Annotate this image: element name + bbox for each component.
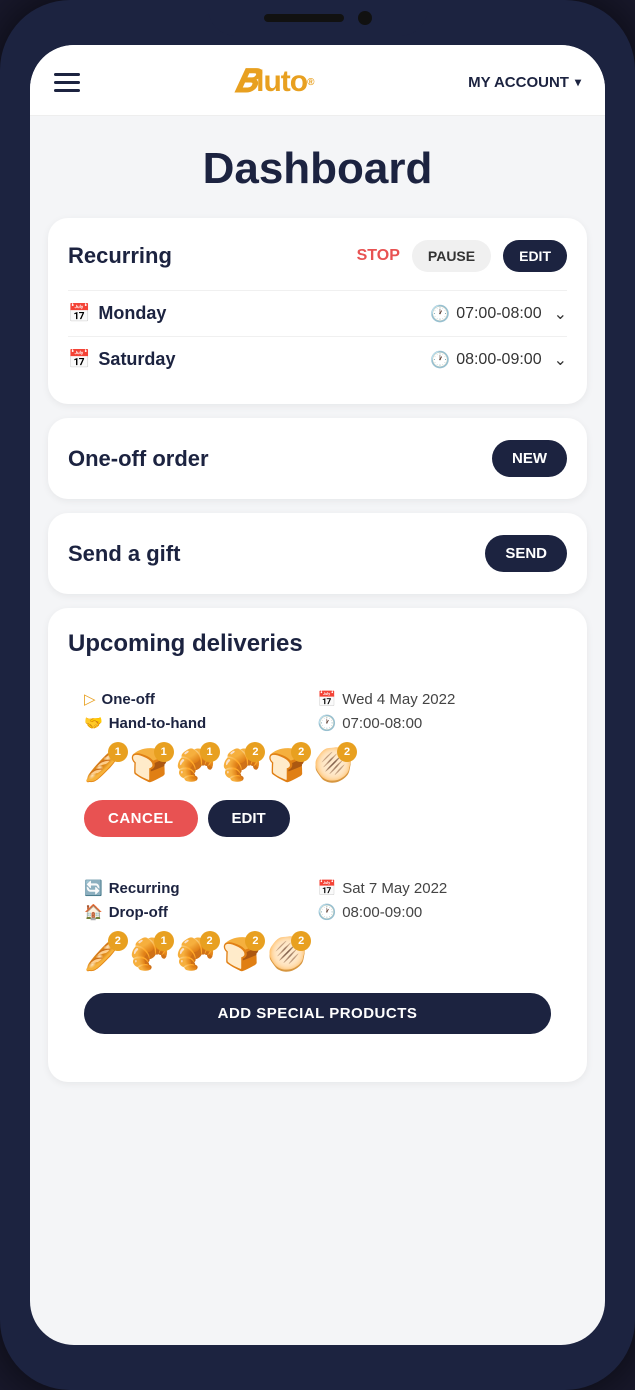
- main-content: Dashboard Recurring STOP PAUSE EDIT 📅 Mo…: [30, 116, 605, 1345]
- one-off-card: One-off order NEW: [48, 418, 587, 499]
- recurring-title: Recurring: [68, 243, 345, 269]
- clock-icon-2: 🕐: [430, 350, 450, 370]
- delivery-actions-1: CANCEL EDIT: [84, 800, 551, 837]
- refresh-icon: 🔄: [84, 879, 103, 897]
- clock-icon-3: 🕐: [318, 714, 337, 732]
- bread-item: 🥐 2: [176, 935, 216, 973]
- delivery-method-row: 🤝 Hand-to-hand: [84, 714, 318, 732]
- bread-badge: 1: [154, 931, 174, 951]
- bread-item: 🍞 2: [222, 935, 262, 973]
- delivery-meta-1: ▷ One-off 📅 Wed 4 May 2022 🤝 Hand-to-han…: [84, 690, 551, 732]
- phone-notch: [208, 0, 428, 36]
- upcoming-deliveries-card: Upcoming deliveries ▷ One-off 📅 Wed 4 Ma…: [48, 608, 587, 1082]
- page-title: Dashboard: [48, 116, 587, 218]
- delivery-method: Hand-to-hand: [109, 715, 206, 732]
- bread-badge: 2: [108, 931, 128, 951]
- hand-icon: 🤝: [84, 714, 103, 732]
- send-gift-title: Send a gift: [68, 541, 180, 567]
- recurring-header: Recurring STOP PAUSE EDIT: [68, 240, 567, 272]
- send-gift-card: Send a gift SEND: [48, 513, 587, 594]
- calendar-icon-4: 📅: [318, 879, 337, 897]
- delivery-type-row: ▷ One-off: [84, 690, 318, 708]
- delivery-time-2: 08:00-09:00: [342, 904, 422, 921]
- bread-badge: 2: [245, 742, 265, 762]
- bread-item: 🍞 2: [267, 746, 307, 784]
- monday-label: Monday: [98, 303, 430, 324]
- new-order-button[interactable]: NEW: [492, 440, 567, 477]
- delivery-time-row-2: 🕐 08:00-09:00: [318, 903, 552, 921]
- bread-badge: 2: [245, 931, 265, 951]
- bread-badge: 1: [200, 742, 220, 762]
- upcoming-title: Upcoming deliveries: [68, 630, 567, 658]
- bread-item: 🥖 1: [84, 746, 124, 784]
- edit-delivery-button[interactable]: EDIT: [208, 800, 290, 837]
- clock-icon: 🕐: [430, 304, 450, 324]
- delivery-method-row-2: 🏠 Drop-off: [84, 903, 318, 921]
- delivery-time: 07:00-08:00: [342, 715, 422, 732]
- delivery-method-2: Drop-off: [109, 904, 168, 921]
- clock-icon-4: 🕐: [318, 903, 337, 921]
- play-icon: ▷: [84, 690, 96, 708]
- recurring-card: Recurring STOP PAUSE EDIT 📅 Monday 🕐 07:…: [48, 218, 587, 404]
- bread-badge: 2: [200, 931, 220, 951]
- my-account-label: MY ACCOUNT: [468, 74, 569, 91]
- send-gift-button[interactable]: SEND: [485, 535, 567, 572]
- one-off-title: One-off order: [68, 446, 209, 472]
- saturday-schedule-row: 📅 Saturday 🕐 08:00-09:00 ⌄: [68, 336, 567, 382]
- delivery-date-2: Sat 7 May 2022: [342, 880, 447, 897]
- edit-button[interactable]: EDIT: [503, 240, 567, 272]
- bread-badge: 1: [108, 742, 128, 762]
- chevron-down-icon: ▾: [575, 75, 581, 89]
- logo-text: 𝑩: [235, 63, 257, 101]
- delivery-type-label: One-off: [102, 691, 155, 708]
- phone-screen: 𝑩luto® MY ACCOUNT ▾ Dashboard Recurring …: [30, 45, 605, 1345]
- hamburger-menu[interactable]: [54, 73, 80, 92]
- cancel-button[interactable]: CANCEL: [84, 800, 198, 837]
- bread-badge: 2: [291, 931, 311, 951]
- calendar-icon: 📅: [68, 303, 90, 324]
- bread-badge: 2: [291, 742, 311, 762]
- delivery-meta-2: 🔄 Recurring 📅 Sat 7 May 2022 🏠 Drop-off: [84, 879, 551, 921]
- delivery-type-row-2: 🔄 Recurring: [84, 879, 318, 897]
- bread-item: 🥐 2: [222, 746, 262, 784]
- bread-items-2: 🥖 2 🥐 1 🥐 2 🍞 2: [84, 935, 551, 973]
- app-header: 𝑩luto® MY ACCOUNT ▾: [30, 45, 605, 116]
- logo: 𝑩luto®: [235, 63, 314, 101]
- my-account-button[interactable]: MY ACCOUNT ▾: [468, 74, 581, 91]
- delivery-type-label-2: Recurring: [109, 880, 180, 897]
- monday-chevron-icon[interactable]: ⌄: [554, 304, 567, 324]
- bread-item: 🍞 1: [130, 746, 170, 784]
- notch-camera: [358, 11, 372, 25]
- delivery-date-row-2: 📅 Sat 7 May 2022: [318, 879, 552, 897]
- bread-badge: 1: [154, 742, 174, 762]
- bread-item: 🥖 2: [84, 935, 124, 973]
- delivery-time-row: 🕐 07:00-08:00: [318, 714, 552, 732]
- bread-item: 🫓 2: [267, 935, 307, 973]
- monday-time: 07:00-08:00: [456, 305, 541, 323]
- add-special-products-button[interactable]: ADD SPECIAL PRODUCTS: [84, 993, 551, 1034]
- notch-speaker: [264, 14, 344, 22]
- calendar-icon-3: 📅: [318, 690, 337, 708]
- stop-button[interactable]: STOP: [357, 247, 400, 265]
- bread-badge: 2: [337, 742, 357, 762]
- bread-items-1: 🥖 1 🍞 1 🥐 1 🥐 2: [84, 746, 551, 784]
- bread-item: 🥐 1: [130, 935, 170, 973]
- phone-shell: 𝑩luto® MY ACCOUNT ▾ Dashboard Recurring …: [0, 0, 635, 1390]
- saturday-label: Saturday: [98, 349, 430, 370]
- delivery-date: Wed 4 May 2022: [342, 691, 455, 708]
- calendar-icon-2: 📅: [68, 349, 90, 370]
- saturday-chevron-icon[interactable]: ⌄: [554, 350, 567, 370]
- pause-button[interactable]: PAUSE: [412, 240, 491, 272]
- delivery-date-row: 📅 Wed 4 May 2022: [318, 690, 552, 708]
- house-icon: 🏠: [84, 903, 103, 921]
- saturday-time: 08:00-09:00: [456, 351, 541, 369]
- bread-item: 🥐 1: [176, 746, 216, 784]
- monday-schedule-row: 📅 Monday 🕐 07:00-08:00 ⌄: [68, 290, 567, 336]
- delivery-item-1: ▷ One-off 📅 Wed 4 May 2022 🤝 Hand-to-han…: [68, 674, 567, 851]
- delivery-item-2: 🔄 Recurring 📅 Sat 7 May 2022 🏠 Drop-off: [68, 863, 567, 1048]
- bread-item: 🫓 2: [313, 746, 353, 784]
